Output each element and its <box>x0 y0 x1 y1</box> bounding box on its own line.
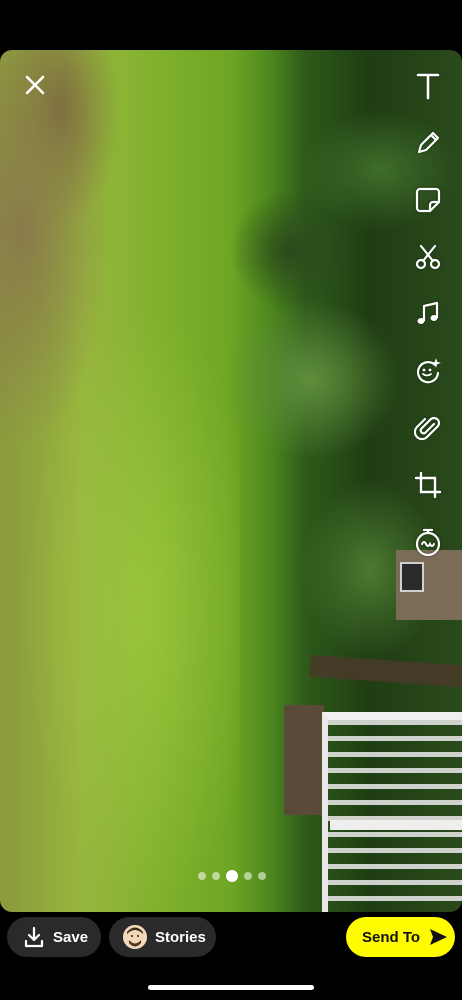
music-tool[interactable] <box>410 296 446 332</box>
lens-tool[interactable] <box>410 353 446 389</box>
porch-railing <box>322 712 462 912</box>
page-dot[interactable] <box>244 872 252 880</box>
grass-highlight <box>0 310 240 910</box>
bitmoji-avatar <box>123 925 147 949</box>
status-bar <box>0 0 462 50</box>
draw-tool[interactable] <box>410 125 446 161</box>
paperclip-icon <box>414 416 441 441</box>
timer-tool[interactable] <box>410 524 446 560</box>
page-indicator <box>198 869 272 883</box>
crop-tool[interactable] <box>410 467 446 503</box>
sticker-tool[interactable] <box>410 182 446 218</box>
scissors-icon <box>415 244 441 270</box>
download-icon <box>24 926 44 948</box>
close-icon <box>25 75 45 95</box>
edit-toolbar <box>410 68 446 581</box>
home-indicator[interactable] <box>148 985 314 990</box>
page-dot[interactable] <box>212 872 220 880</box>
stories-button[interactable]: Stories <box>109 917 216 957</box>
send-to-button[interactable]: Send To <box>346 917 455 957</box>
text-tool[interactable] <box>410 68 446 104</box>
page-dot-active[interactable] <box>226 870 238 882</box>
save-button[interactable]: Save <box>7 917 101 957</box>
scissors-tool[interactable] <box>410 239 446 275</box>
fence-post <box>284 705 324 815</box>
lens-sparkle-icon <box>416 358 441 384</box>
close-button[interactable] <box>20 70 50 100</box>
page-dot[interactable] <box>198 872 206 880</box>
save-label: Save <box>53 928 89 946</box>
sticker-icon <box>415 187 441 213</box>
pencil-icon <box>417 131 440 154</box>
porch-rail <box>330 820 462 830</box>
send-to-label: Send To <box>362 928 421 946</box>
timer-icon <box>415 528 441 557</box>
send-arrow-icon <box>430 929 448 945</box>
page-dot[interactable] <box>258 872 266 880</box>
snap-photo <box>0 50 462 912</box>
crop-icon <box>414 471 442 499</box>
attach-tool[interactable] <box>410 410 446 446</box>
text-icon <box>416 73 440 100</box>
music-note-icon <box>417 301 439 324</box>
stories-label: Stories <box>155 928 206 946</box>
